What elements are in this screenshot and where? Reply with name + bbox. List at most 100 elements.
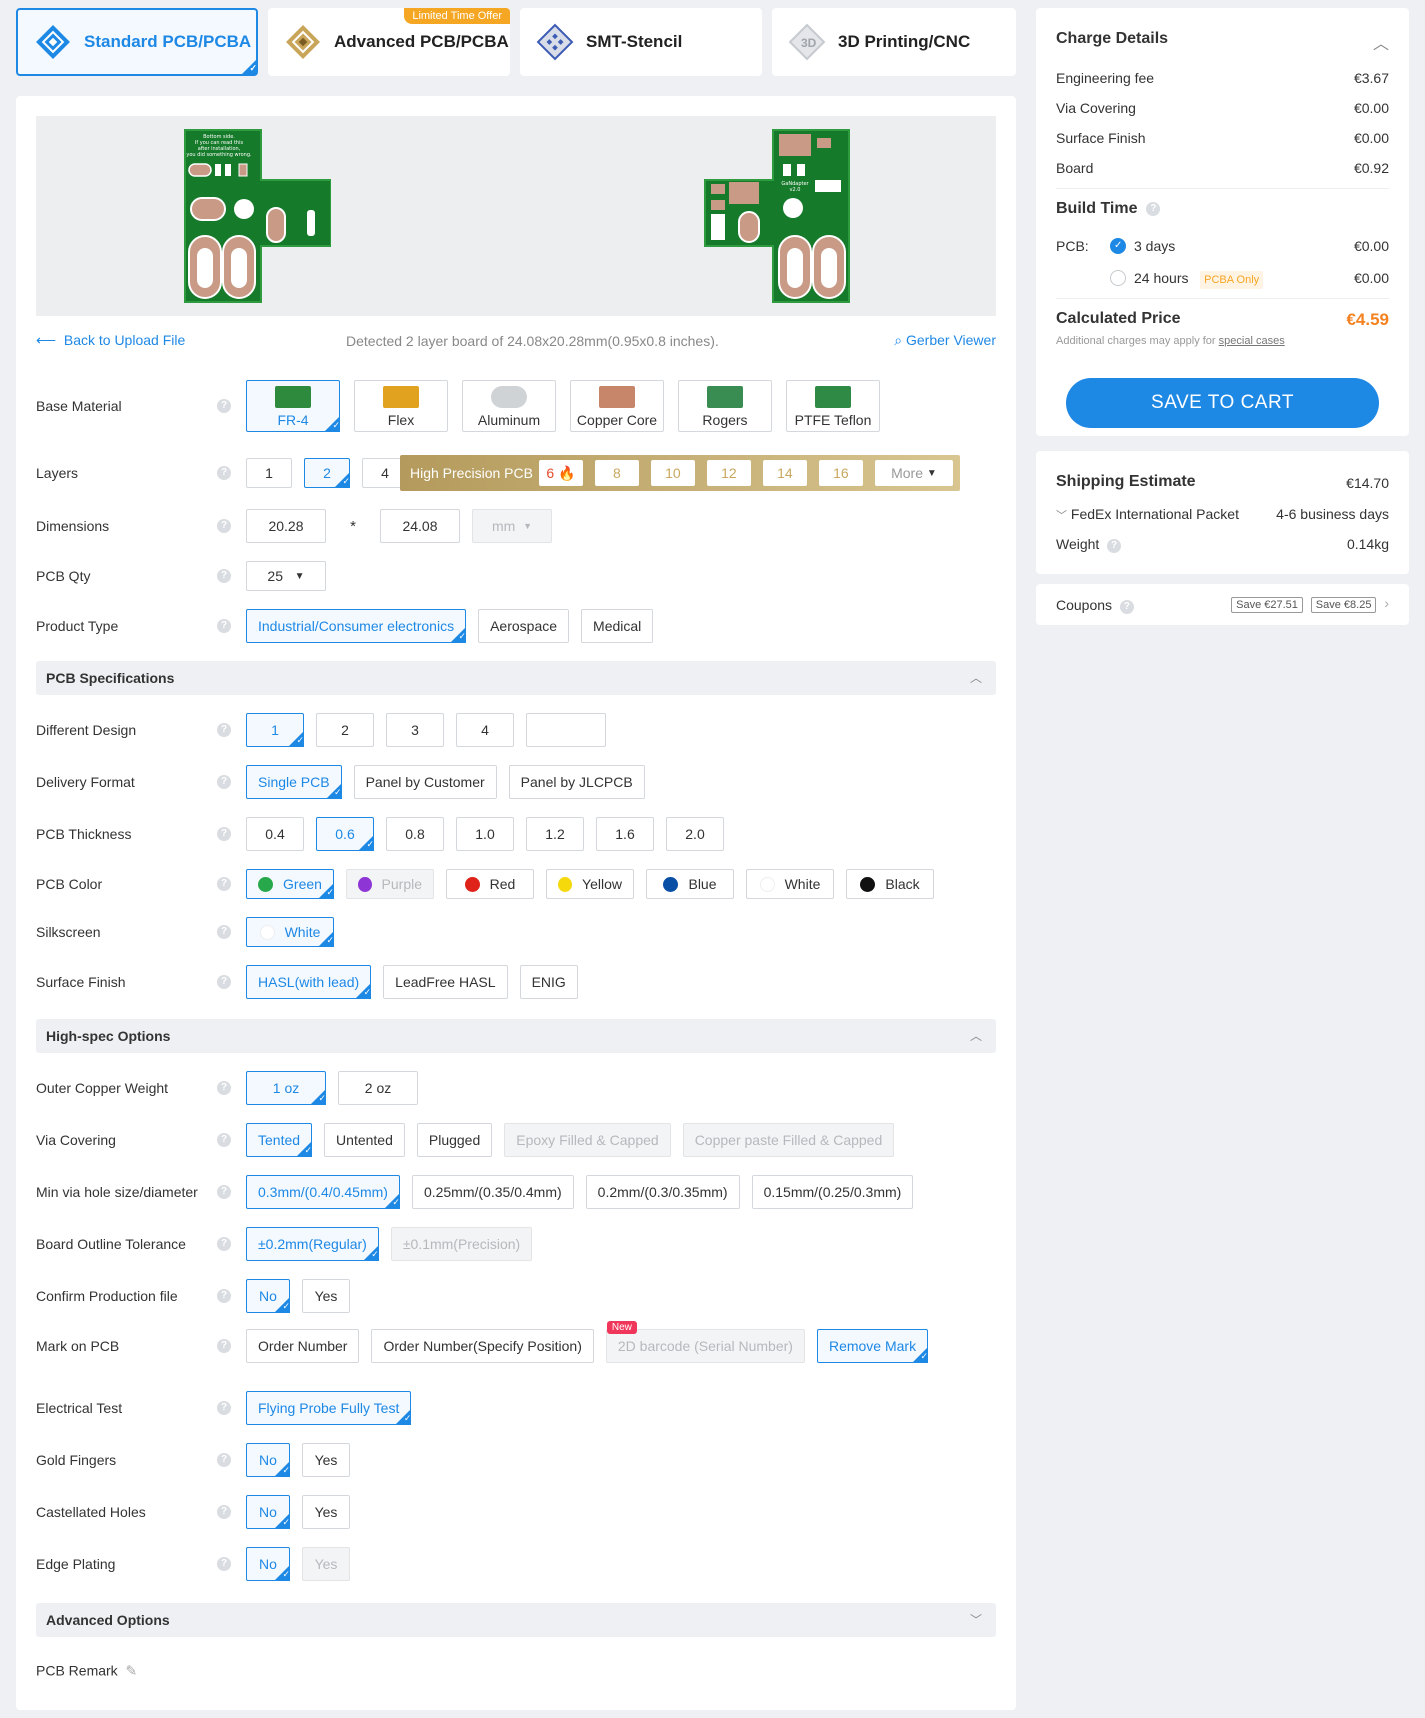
- finish-option[interactable]: LeadFree HASL: [383, 965, 508, 999]
- copper-option[interactable]: 2 oz: [338, 1071, 418, 1105]
- help-icon[interactable]: ?: [1119, 600, 1134, 614]
- shipping-method-row[interactable]: ﹀ FedEx International Packet 4-6 busines…: [1056, 506, 1389, 523]
- save-to-cart-button[interactable]: SAVE TO CART: [1066, 378, 1379, 428]
- tab-standard-pcb[interactable]: Standard PCB/PCBA: [16, 8, 258, 76]
- tab-smt-stencil[interactable]: SMT-Stencil: [520, 8, 762, 76]
- min-via-option[interactable]: 0.15mm/(0.25/0.3mm): [751, 1175, 914, 1209]
- color-option-white[interactable]: White: [746, 869, 834, 899]
- castellated-option[interactable]: No: [246, 1495, 290, 1529]
- delivery-option[interactable]: Single PCB: [246, 765, 342, 799]
- design-option[interactable]: 4: [456, 713, 514, 747]
- special-cases-link[interactable]: special cases: [1219, 335, 1285, 347]
- thickness-option[interactable]: 1.6: [596, 817, 654, 851]
- help-icon[interactable]: ?: [217, 1339, 231, 1353]
- material-copper-core[interactable]: Copper Core: [570, 380, 664, 432]
- thickness-option[interactable]: 1.2: [526, 817, 584, 851]
- help-icon[interactable]: ?: [217, 925, 231, 939]
- mark-option[interactable]: Remove Mark: [816, 1329, 929, 1363]
- help-icon[interactable]: ?: [217, 619, 231, 633]
- confirm-option[interactable]: No: [246, 1279, 290, 1313]
- color-option-green[interactable]: Green: [246, 869, 334, 899]
- pencil-icon[interactable]: ✎: [125, 1663, 137, 1679]
- via-option[interactable]: Tented: [246, 1123, 313, 1157]
- edge-plating-option[interactable]: No: [246, 1547, 290, 1581]
- product-type-option[interactable]: Industrial/Consumer electronics: [246, 609, 467, 643]
- min-via-option[interactable]: 0.2mm/(0.3/0.35mm): [585, 1175, 740, 1209]
- coupon-tag[interactable]: Save €8.25: [1310, 597, 1377, 613]
- help-icon[interactable]: ?: [217, 1505, 231, 1519]
- unit-select[interactable]: mm ▼: [472, 509, 552, 543]
- tolerance-option[interactable]: ±0.1mm(Precision): [390, 1227, 533, 1261]
- tab-3d-printing[interactable]: 3D 3D Printing/CNC: [772, 8, 1016, 76]
- high-spec-header[interactable]: High-spec Options ︿: [36, 1019, 996, 1053]
- material-aluminum[interactable]: Aluminum: [462, 380, 556, 432]
- help-icon[interactable]: ?: [217, 775, 231, 789]
- design-custom-input[interactable]: [526, 713, 606, 747]
- tab-advanced-pcb[interactable]: Advanced PCB/PCBA Limited Time Offer: [268, 8, 510, 76]
- via-option[interactable]: Epoxy Filled & Capped: [504, 1123, 671, 1157]
- gold-fingers-option[interactable]: Yes: [302, 1443, 350, 1477]
- hp-layer-option[interactable]: 6 🔥: [538, 460, 583, 486]
- pcb-specifications-header[interactable]: PCB Specifications ︿: [36, 661, 996, 695]
- hp-layer-option[interactable]: 8: [594, 460, 639, 486]
- coupons-panel[interactable]: Coupons ? Save €27.51 Save €8.25 ›: [1036, 584, 1409, 625]
- castellated-option[interactable]: Yes: [302, 1495, 350, 1529]
- back-to-upload-link[interactable]: ⟵ Back to Upload File: [36, 332, 185, 349]
- help-icon[interactable]: ?: [217, 569, 231, 583]
- thickness-option[interactable]: 0.4: [246, 817, 304, 851]
- hp-layer-option[interactable]: 12: [706, 460, 751, 486]
- color-option-blue[interactable]: Blue: [646, 869, 734, 899]
- help-icon[interactable]: ?: [217, 1237, 231, 1251]
- confirm-option[interactable]: Yes: [302, 1279, 350, 1313]
- color-option-black[interactable]: Black: [846, 869, 934, 899]
- radio-checked-icon[interactable]: [1110, 238, 1126, 255]
- help-icon[interactable]: ?: [217, 877, 231, 891]
- help-icon[interactable]: ?: [217, 1289, 231, 1303]
- material-ptfe-teflon[interactable]: PTFE Teflon: [786, 380, 880, 432]
- silkscreen-option-white[interactable]: White: [246, 917, 334, 947]
- material-fr4[interactable]: FR-4: [246, 380, 340, 432]
- help-icon[interactable]: ?: [217, 519, 231, 533]
- chevron-right-icon[interactable]: ›: [1384, 595, 1389, 611]
- layers-option[interactable]: 2: [304, 458, 350, 488]
- material-flex[interactable]: Flex: [354, 380, 448, 432]
- hp-layer-option[interactable]: 10: [650, 460, 695, 486]
- thickness-option[interactable]: 0.6: [316, 817, 374, 851]
- radio-unchecked-icon[interactable]: [1110, 270, 1126, 287]
- electrical-test-option[interactable]: Flying Probe Fully Test: [246, 1391, 412, 1425]
- coupon-tag[interactable]: Save €27.51: [1231, 597, 1303, 613]
- help-icon[interactable]: ?: [217, 975, 231, 989]
- height-input[interactable]: 24.08: [380, 509, 460, 543]
- hp-layer-option[interactable]: 16: [818, 460, 863, 486]
- help-icon[interactable]: ?: [217, 723, 231, 737]
- thickness-option[interactable]: 2.0: [666, 817, 724, 851]
- more-layers-dropdown[interactable]: More ▼: [874, 460, 953, 486]
- thickness-option[interactable]: 1.0: [456, 817, 514, 851]
- product-type-option[interactable]: Aerospace: [478, 609, 570, 643]
- gold-fingers-option[interactable]: No: [246, 1443, 290, 1477]
- via-option[interactable]: Untented: [324, 1123, 405, 1157]
- color-option-yellow[interactable]: Yellow: [546, 869, 634, 899]
- help-icon[interactable]: ?: [217, 1133, 231, 1147]
- help-icon[interactable]: ?: [217, 1401, 231, 1415]
- layers-option[interactable]: 1: [246, 458, 292, 488]
- help-icon[interactable]: ?: [217, 399, 231, 413]
- via-option[interactable]: Plugged: [416, 1123, 493, 1157]
- design-option[interactable]: 3: [386, 713, 444, 747]
- copper-option[interactable]: 1 oz: [246, 1071, 326, 1105]
- pcb-qty-select[interactable]: 25 ▼: [246, 561, 326, 591]
- help-icon[interactable]: ?: [217, 1185, 231, 1199]
- mark-option[interactable]: Order Number: [246, 1329, 360, 1363]
- help-icon[interactable]: ?: [1107, 539, 1122, 553]
- finish-option[interactable]: ENIG: [519, 965, 578, 999]
- design-option[interactable]: 1: [246, 713, 304, 747]
- help-icon[interactable]: ?: [217, 1081, 231, 1095]
- delivery-option[interactable]: Panel by JLCPCB: [508, 765, 645, 799]
- help-icon[interactable]: ?: [217, 466, 231, 480]
- min-via-option[interactable]: 0.25mm/(0.35/0.4mm): [411, 1175, 574, 1209]
- product-type-option[interactable]: Medical: [581, 609, 654, 643]
- help-icon[interactable]: ?: [217, 1453, 231, 1467]
- gerber-viewer-link[interactable]: ⌕ Gerber Viewer: [894, 332, 996, 349]
- thickness-option[interactable]: 0.8: [386, 817, 444, 851]
- width-input[interactable]: 20.28: [246, 509, 326, 543]
